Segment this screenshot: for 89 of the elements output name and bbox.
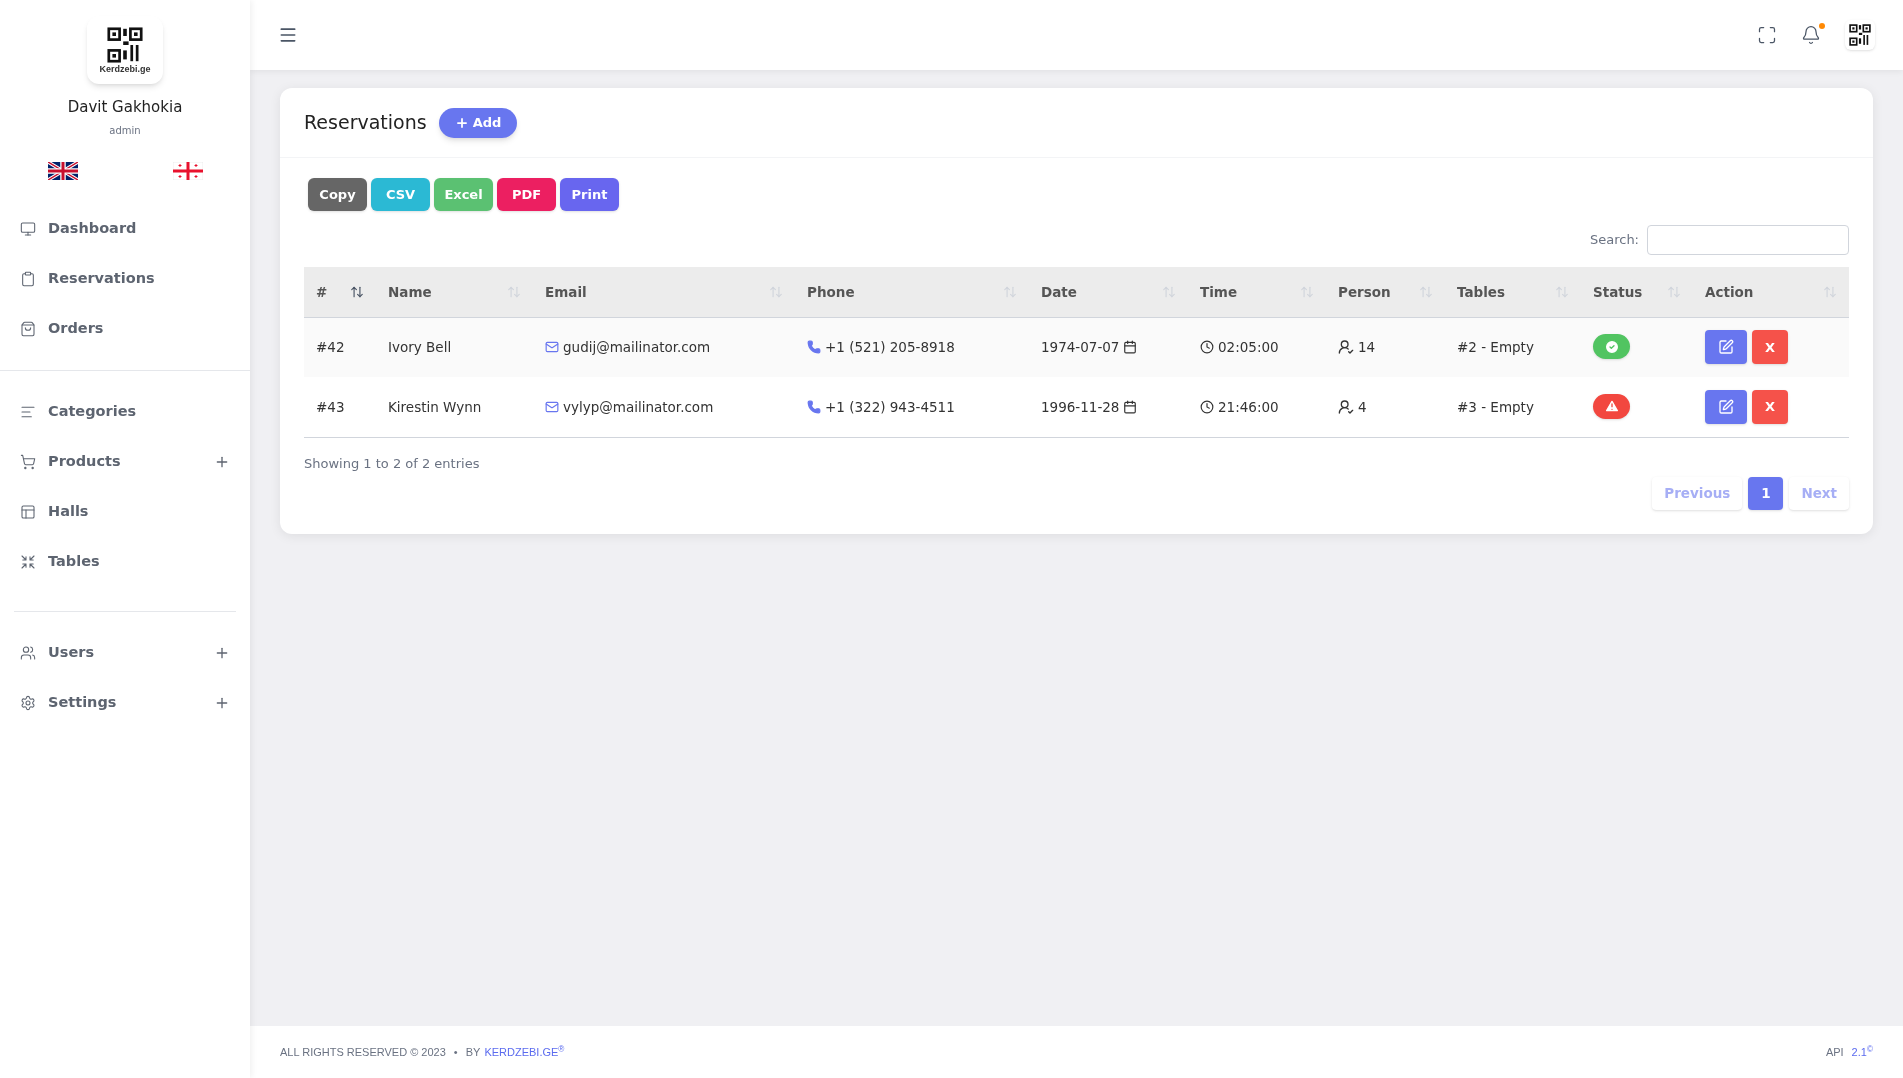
page-button[interactable]: 1 (1748, 477, 1784, 510)
edit-button[interactable] (1705, 389, 1747, 424)
time-text: 02:05:00 (1218, 338, 1279, 358)
fullscreen-icon[interactable] (1757, 25, 1777, 45)
user-name: Davit Gakhokia (67, 97, 183, 118)
by-text: BY (465, 1044, 481, 1060)
user-role: admin (109, 123, 141, 138)
column-header[interactable]: Tables (1445, 267, 1581, 317)
api-label: API (1825, 1044, 1844, 1060)
edit-button[interactable] (1705, 330, 1747, 365)
check-icon (1603, 338, 1620, 355)
date-text: 1974-07-07 (1041, 338, 1120, 358)
shopping-bag-icon (20, 320, 36, 337)
qr-avatar[interactable] (1845, 20, 1875, 50)
calendar-icon (1123, 340, 1138, 355)
column-header[interactable]: Date (1029, 267, 1188, 317)
table-cell: #43 (304, 377, 376, 437)
brand-link[interactable]: KERDZEBI.GE$^{®}$ (484, 1043, 565, 1061)
qr-code-icon (1849, 24, 1871, 46)
table-cell: #2 - Empty (1445, 317, 1581, 377)
shrink-icon (20, 553, 36, 570)
qr-code-icon (107, 26, 143, 63)
table-cell: #42 (304, 317, 376, 377)
table-cell: Kirestin Wynn (376, 377, 533, 437)
separator-dot: • (453, 1044, 458, 1060)
phone-icon (807, 340, 821, 355)
uk-flag-icon[interactable] (47, 161, 78, 180)
column-header[interactable]: Time (1188, 267, 1326, 317)
sidebar-item[interactable]: Settings (14, 677, 236, 728)
entries-info: Showing 1 to 2 of 2 entries (304, 454, 481, 473)
delete-button[interactable]: X (1752, 330, 1788, 365)
clipboard-icon (20, 270, 36, 287)
export-button[interactable]: PDF (497, 178, 556, 211)
menu-icon[interactable] (278, 25, 298, 45)
sidebar-item[interactable]: Products (0, 436, 250, 487)
column-header[interactable]: Action (1693, 267, 1849, 317)
cart-icon (20, 453, 36, 470)
georgia-flag-icon[interactable] (172, 161, 203, 180)
copyright-text: ALL RIGHTS RESERVED © 2023 (280, 1044, 446, 1060)
layout-icon (20, 503, 36, 520)
clock-icon (1200, 340, 1214, 355)
column-header[interactable]: Name (376, 267, 533, 317)
edit-icon (1718, 339, 1734, 356)
phone-text: +1 (521) 205-8918 (825, 338, 955, 358)
settings-icon (20, 694, 36, 711)
table-cell: #3 - Empty (1445, 377, 1581, 437)
date-text: 1996-11-28 (1041, 397, 1120, 417)
column-header[interactable]: Status (1581, 267, 1693, 317)
mail-icon (545, 340, 559, 355)
sidebar-item[interactable]: Categories (0, 386, 250, 437)
warning-icon (1603, 398, 1620, 415)
export-button[interactable]: Copy (308, 178, 367, 211)
email-text: gudij@mailinator.com (563, 338, 711, 358)
person-count: 14 (1358, 338, 1376, 358)
person-icon (1338, 339, 1354, 356)
sidebar-item[interactable]: Orders (0, 303, 250, 354)
card-title: Reservations (304, 110, 427, 136)
clock-icon (1200, 399, 1214, 414)
column-header[interactable]: Person (1326, 267, 1445, 317)
phone-text: +1 (322) 943-4511 (825, 397, 955, 417)
person-count: 4 (1358, 397, 1367, 417)
logo-text: Kerdzebi.ge (99, 64, 151, 74)
sidebar-item[interactable]: Dashboard (0, 203, 250, 254)
sidebar-item[interactable]: Users (14, 627, 236, 678)
api-version: 2.1$^{©}$ (1851, 1043, 1873, 1060)
table-cell: Ivory Bell (376, 317, 533, 377)
sidebar-item[interactable]: Halls (0, 486, 250, 537)
sidebar-item[interactable]: Tables (0, 536, 250, 587)
column-header[interactable]: Phone (795, 267, 1029, 317)
column-header[interactable]: # (304, 267, 376, 317)
bell-icon[interactable] (1801, 25, 1821, 45)
edit-icon (1718, 398, 1734, 415)
monitor-icon (20, 220, 36, 237)
export-button[interactable]: Print (560, 178, 619, 211)
sidebar-item[interactable]: Reservations (0, 253, 250, 304)
plus-icon (454, 115, 469, 130)
sort-icon[interactable] (350, 284, 364, 299)
email-text: vylyp@mailinator.com (563, 397, 714, 417)
phone-icon (807, 399, 821, 414)
person-icon (1338, 398, 1354, 415)
delete-button[interactable]: X (1752, 389, 1788, 424)
search-label: Search: (1589, 231, 1639, 250)
column-header[interactable]: Email (533, 267, 795, 317)
time-text: 21:46:00 (1218, 397, 1279, 417)
search-field[interactable] (1647, 225, 1849, 255)
calendar-icon (1123, 399, 1138, 414)
mail-icon (545, 399, 559, 414)
users-icon (20, 644, 36, 661)
add-button[interactable]: Add (438, 107, 518, 138)
